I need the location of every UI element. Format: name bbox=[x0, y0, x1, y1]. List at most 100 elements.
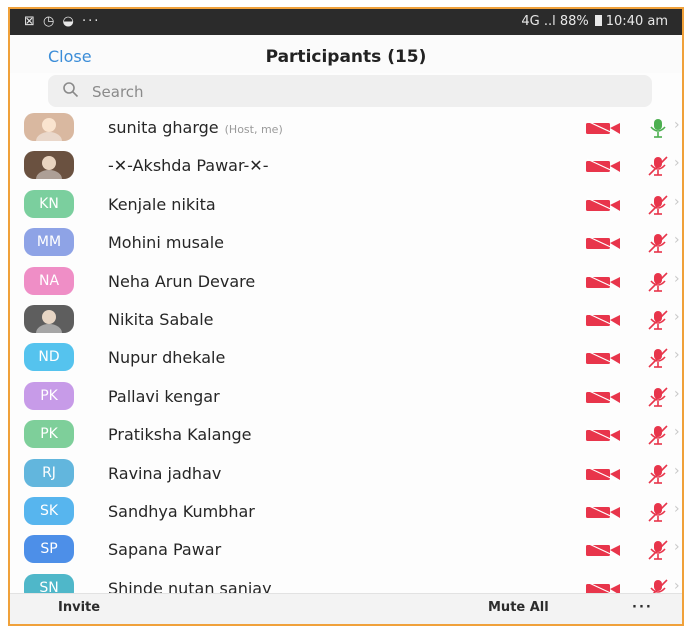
video-off-icon bbox=[586, 350, 620, 366]
participant-row[interactable]: SP Sapana Pawar › bbox=[10, 530, 682, 568]
avatar: PK bbox=[24, 420, 74, 449]
search-bar[interactable] bbox=[48, 75, 652, 107]
chevron-right-icon: › bbox=[674, 462, 680, 479]
participant-row[interactable]: NA Neha Arun Devare › bbox=[10, 262, 682, 300]
avatar-photo bbox=[24, 113, 74, 141]
mic-muted-icon bbox=[648, 271, 668, 292]
participant-row[interactable]: -✕-Akshda Pawar-✕- › bbox=[10, 146, 682, 184]
chevron-right-icon: › bbox=[674, 270, 680, 287]
participant-name: Nikita Sabale bbox=[108, 310, 214, 329]
mic-muted-icon bbox=[648, 540, 668, 561]
participant-name-text: Kenjale nikita bbox=[108, 194, 216, 214]
participant-name-text: Ravina jadhav bbox=[108, 463, 222, 483]
participant-name-text: Sapana Pawar bbox=[108, 540, 222, 560]
participant-row[interactable]: PK Pallavi kengar › bbox=[10, 377, 682, 415]
invite-button[interactable]: Invite bbox=[58, 600, 100, 615]
participant-row[interactable]: sunita gharge (Host, me) › bbox=[10, 108, 682, 146]
avatar: RJ bbox=[24, 458, 74, 487]
avatar: PK bbox=[24, 381, 74, 410]
participant-row[interactable]: KN Kenjale nikita › bbox=[10, 185, 682, 223]
participant-name: Kenjale nikita bbox=[108, 195, 216, 214]
more-options-button[interactable]: ··· bbox=[632, 600, 653, 615]
participant-row[interactable]: Nikita Sabale › bbox=[10, 300, 682, 338]
avatar: ND bbox=[24, 343, 74, 372]
mic-muted-icon bbox=[648, 156, 668, 177]
search-input[interactable] bbox=[90, 80, 514, 104]
participant-row[interactable]: SK Sandhya Kumbhar › bbox=[10, 492, 682, 530]
host-tag: (Host, me) bbox=[224, 123, 283, 136]
chevron-right-icon: › bbox=[674, 308, 680, 325]
video-off-icon bbox=[586, 120, 620, 136]
participant-name-text: Nikita Sabale bbox=[108, 309, 214, 329]
avatar: NA bbox=[24, 266, 74, 295]
video-off-icon bbox=[586, 427, 620, 443]
avatar: SK bbox=[24, 496, 74, 525]
search-icon bbox=[63, 82, 79, 98]
mic-muted-icon bbox=[648, 425, 668, 445]
chevron-right-icon: › bbox=[674, 232, 680, 249]
mic-on-icon bbox=[650, 119, 666, 138]
participant-row[interactable]: MM Mohini musale › bbox=[10, 223, 682, 261]
participant-list: sunita gharge (Host, me) › -✕-Akshda Pawar-… bbox=[10, 108, 682, 607]
chevron-right-icon: › bbox=[674, 117, 680, 133]
clock: 10:40 am bbox=[605, 14, 668, 29]
status-bar: ⊠ ◷ ◒ ··· 4G ..l 88% 10:40 am bbox=[10, 9, 682, 35]
mic-muted-icon bbox=[648, 387, 668, 407]
avatar: KN bbox=[24, 189, 74, 218]
participant-name: Mohini musale bbox=[108, 233, 224, 252]
signal-indicator: 4G ..l bbox=[521, 14, 556, 29]
participants-screen: ⊠ ◷ ◒ ··· 4G ..l 88% 10:40 am Close Parti… bbox=[8, 7, 684, 626]
video-off-icon bbox=[586, 312, 620, 328]
video-off-icon bbox=[586, 274, 620, 290]
video-off-icon bbox=[586, 197, 620, 213]
bottom-bar: Invite Mute All ··· bbox=[10, 593, 682, 624]
status-right: 4G ..l 88% 10:40 am bbox=[521, 14, 668, 29]
battery-level: 88% bbox=[559, 14, 589, 29]
participant-name-text: Sandhya Kumbhar bbox=[108, 501, 255, 521]
chevron-right-icon: › bbox=[674, 577, 680, 594]
participant-name: -✕-Akshda Pawar-✕- bbox=[108, 156, 268, 175]
participant-name: Pallavi kengar bbox=[108, 387, 220, 406]
video-off-icon bbox=[586, 542, 620, 558]
participant-name: sunita gharge (Host, me) bbox=[108, 118, 283, 137]
participant-name-text: Nupur dhekale bbox=[108, 348, 226, 368]
participant-name-text: Pratiksha Kalange bbox=[108, 425, 252, 445]
participant-name: Sandhya Kumbhar bbox=[108, 502, 255, 521]
participant-name-text: Neha Arun Devare bbox=[108, 271, 256, 291]
participant-name: Neha Arun Devare bbox=[108, 272, 255, 291]
chevron-right-icon: › bbox=[674, 539, 680, 556]
video-off-icon bbox=[586, 504, 620, 520]
chevron-right-icon: › bbox=[674, 500, 680, 517]
chevron-right-icon: › bbox=[674, 347, 680, 364]
avatar: SP bbox=[24, 535, 74, 564]
chevron-right-icon: › bbox=[674, 155, 680, 172]
participant-name: Pratiksha Kalange bbox=[108, 425, 252, 444]
participant-name: Nupur dhekale bbox=[108, 348, 225, 367]
participant-row[interactable]: PK Pratiksha Kalange › bbox=[10, 415, 682, 453]
avatar-photo bbox=[24, 304, 74, 333]
status-notification-icons: ⊠ ◷ ◒ ··· bbox=[24, 14, 101, 29]
chevron-right-icon: › bbox=[674, 385, 680, 402]
page-title: Participants (15) bbox=[265, 47, 427, 67]
video-off-icon bbox=[586, 389, 620, 405]
participant-name: Ravina jadhav bbox=[108, 464, 221, 483]
battery-icon bbox=[594, 15, 602, 26]
avatar: MM bbox=[24, 228, 74, 257]
mic-muted-icon bbox=[648, 463, 668, 484]
video-off-icon bbox=[586, 465, 620, 482]
participant-row[interactable]: ND Nupur dhekale › bbox=[10, 338, 682, 376]
mic-muted-icon bbox=[648, 502, 668, 522]
chevron-right-icon: › bbox=[674, 193, 680, 210]
video-off-icon bbox=[586, 158, 620, 174]
participant-row[interactable]: RJ Ravina jadhav › bbox=[10, 454, 682, 492]
mic-muted-icon bbox=[648, 348, 668, 369]
mic-muted-icon bbox=[648, 233, 668, 253]
mute-all-button[interactable]: Mute All bbox=[488, 600, 549, 615]
mic-muted-icon bbox=[648, 310, 668, 330]
participant-name-text: Mohini musale bbox=[108, 233, 225, 253]
chevron-right-icon: › bbox=[674, 424, 680, 441]
mic-muted-icon bbox=[648, 195, 668, 215]
participant-name-text: Pallavi kengar bbox=[108, 386, 220, 406]
participant-name-text: -✕-Akshda Pawar-✕- bbox=[108, 156, 269, 176]
avatar-photo bbox=[24, 151, 74, 180]
